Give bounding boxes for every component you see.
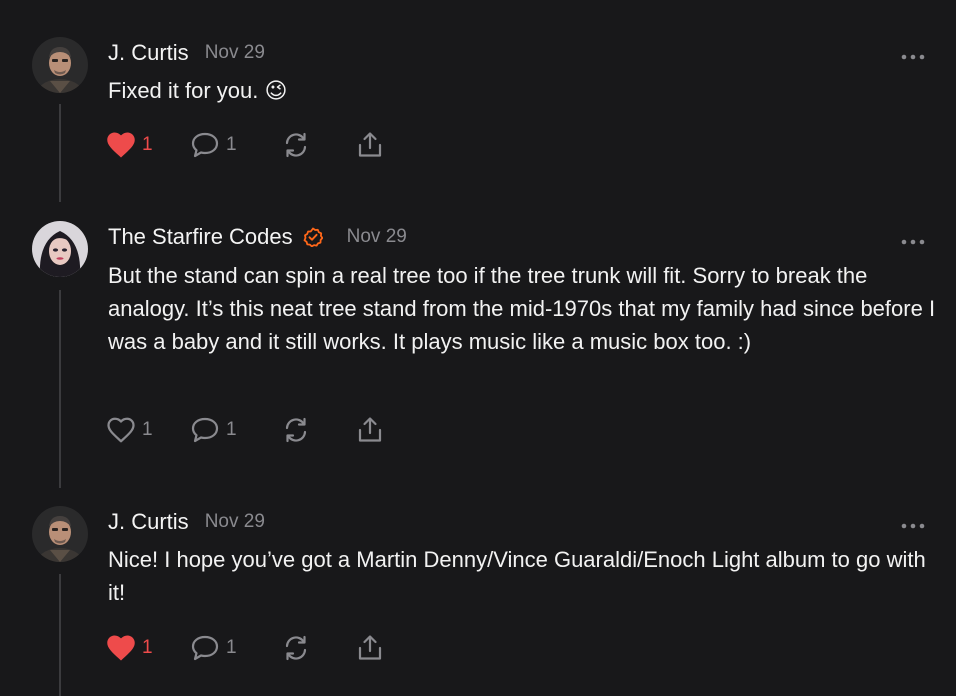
comment-body: Nice! I hope you’ve got a Martin Denny/V…: [108, 547, 926, 605]
like-button[interactable]: 1: [106, 631, 190, 665]
restack-button[interactable]: [282, 631, 356, 665]
more-options-icon[interactable]: [900, 517, 926, 529]
comment-date[interactable]: Nov 29: [205, 511, 265, 533]
author-name[interactable]: J. Curtis: [108, 509, 189, 535]
comment-header: J. Curtis Nov 29: [108, 507, 265, 537]
reply-count: 1: [226, 637, 237, 658]
reply-button[interactable]: 1: [190, 631, 282, 665]
comment-actions: 1 1: [106, 631, 384, 665]
share-button[interactable]: [356, 631, 384, 665]
restack-icon: [282, 634, 310, 662]
share-icon: [356, 634, 384, 662]
heart-icon: [106, 634, 136, 662]
comment-bubble-icon: [190, 634, 220, 662]
thread-line: [59, 574, 61, 696]
comment-thread: J. Curtis Nov 29 Fixed it for you. 😉 1 1: [0, 0, 956, 696]
comment: J. Curtis Nov 29 Nice! I hope you’ve got…: [0, 0, 956, 696]
like-count: 1: [142, 637, 153, 658]
avatar[interactable]: [32, 506, 88, 562]
